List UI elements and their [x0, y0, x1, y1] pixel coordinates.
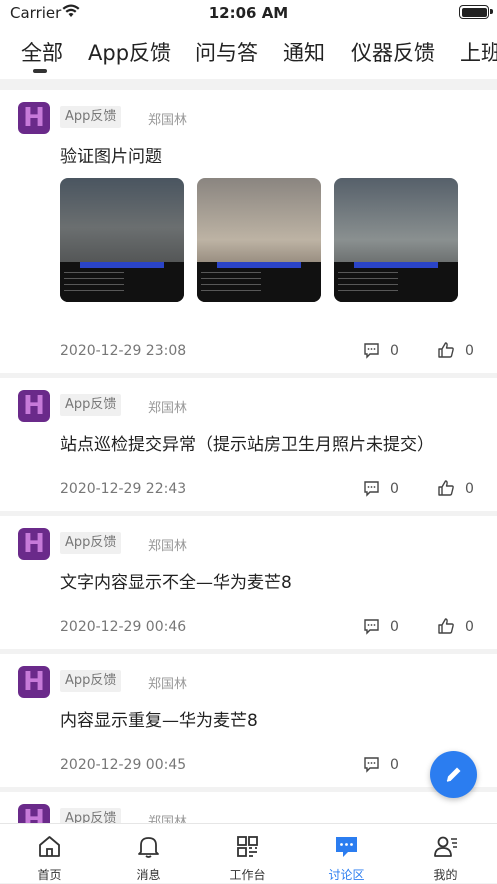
comment-icon[interactable]: [363, 480, 380, 497]
avatar[interactable]: H: [18, 528, 50, 560]
category-tag: App反馈: [60, 394, 122, 416]
battery-icon: [459, 5, 493, 19]
post-card[interactable]: H App反馈 郑国林 验证图片问题 2020-12-29 23:08 0 0: [0, 90, 497, 373]
nav-discussion[interactable]: 讨论区: [297, 824, 396, 884]
post-card[interactable]: H App反馈 郑国林 内容显示重复—华为麦芒8 2020-12-29 00:4…: [0, 654, 497, 787]
tab-qa[interactable]: 问与答: [195, 37, 258, 67]
comment-count: 0: [390, 343, 399, 359]
post-card[interactable]: H App反馈 郑国林 站点巡检提交异常（提示站房卫生月照片未提交） 2020-…: [0, 378, 497, 511]
nav-home[interactable]: 首页: [0, 824, 99, 884]
bell-icon: [138, 837, 159, 858]
post-image[interactable]: [197, 178, 321, 302]
user-icon: [434, 836, 457, 857]
tab-instrument-feedback[interactable]: 仪器反馈: [351, 37, 435, 67]
bottom-nav: 首页 消息 工作台 讨论区 我的: [0, 823, 497, 883]
nav-label: 我的: [433, 868, 458, 882]
comment-icon[interactable]: [363, 756, 380, 773]
tab-app-feedback[interactable]: App反馈: [88, 37, 171, 67]
clock: 12:06 AM: [208, 4, 289, 22]
tab-work[interactable]: 上班: [460, 37, 497, 67]
tab-all[interactable]: 全部: [21, 37, 63, 67]
post-date: 2020-12-29 23:08: [60, 343, 187, 359]
post-card[interactable]: H App反馈 郑国林 文字内容显示不全—华为麦芒8 2020-12-29 00…: [0, 516, 497, 649]
post-title: 内容显示重复—华为麦芒8: [60, 711, 258, 731]
category-tag: App反馈: [60, 532, 122, 554]
grid-icon: [237, 836, 258, 857]
home-icon: [39, 836, 60, 857]
post-date: 2020-12-29 00:46: [60, 619, 187, 635]
nav-profile[interactable]: 我的: [396, 824, 495, 884]
category-tabs: 全部 App反馈 问与答 通知 仪器反馈 上班: [0, 24, 497, 79]
compose-button[interactable]: [430, 751, 477, 798]
avatar[interactable]: H: [18, 666, 50, 698]
post-image[interactable]: [60, 178, 184, 302]
like-icon[interactable]: [437, 617, 455, 635]
author-name: 郑国林: [148, 677, 188, 692]
avatar[interactable]: H: [18, 102, 50, 134]
post-title: 文字内容显示不全—华为麦芒8: [60, 573, 292, 593]
chat-icon: [336, 837, 357, 857]
tab-active-indicator: [33, 69, 47, 73]
like-count: 0: [465, 481, 474, 497]
nav-label: 首页: [37, 868, 62, 882]
author-name: 郑国林: [148, 539, 188, 554]
tab-notice[interactable]: 通知: [283, 37, 325, 67]
post-date: 2020-12-29 00:45: [60, 757, 187, 773]
nav-workbench[interactable]: 工作台: [198, 824, 297, 884]
status-bar: Carrier 12:06 AM: [0, 0, 497, 24]
post-title: 站点巡检提交异常（提示站房卫生月照片未提交）: [60, 435, 434, 455]
avatar[interactable]: H: [18, 390, 50, 422]
category-tag: App反馈: [60, 106, 122, 128]
comment-count: 0: [390, 481, 399, 497]
nav-label: 工作台: [229, 868, 266, 882]
nav-label: 讨论区: [328, 868, 365, 882]
pencil-icon: [446, 767, 461, 782]
nav-messages[interactable]: 消息: [99, 824, 198, 884]
author-name: 郑国林: [148, 401, 188, 416]
like-icon[interactable]: [437, 479, 455, 497]
like-icon[interactable]: [437, 341, 455, 359]
nav-label: 消息: [136, 868, 161, 882]
comment-count: 0: [390, 619, 399, 635]
author-name: 郑国林: [148, 113, 188, 128]
like-count: 0: [465, 343, 474, 359]
comment-icon[interactable]: [363, 618, 380, 635]
post-date: 2020-12-29 22:43: [60, 481, 187, 497]
post-image[interactable]: [334, 178, 458, 302]
post-title: 验证图片问题: [60, 147, 162, 167]
comment-count: 0: [390, 757, 399, 773]
category-tag: App反馈: [60, 670, 122, 692]
like-count: 0: [465, 619, 474, 635]
comment-icon[interactable]: [363, 342, 380, 359]
